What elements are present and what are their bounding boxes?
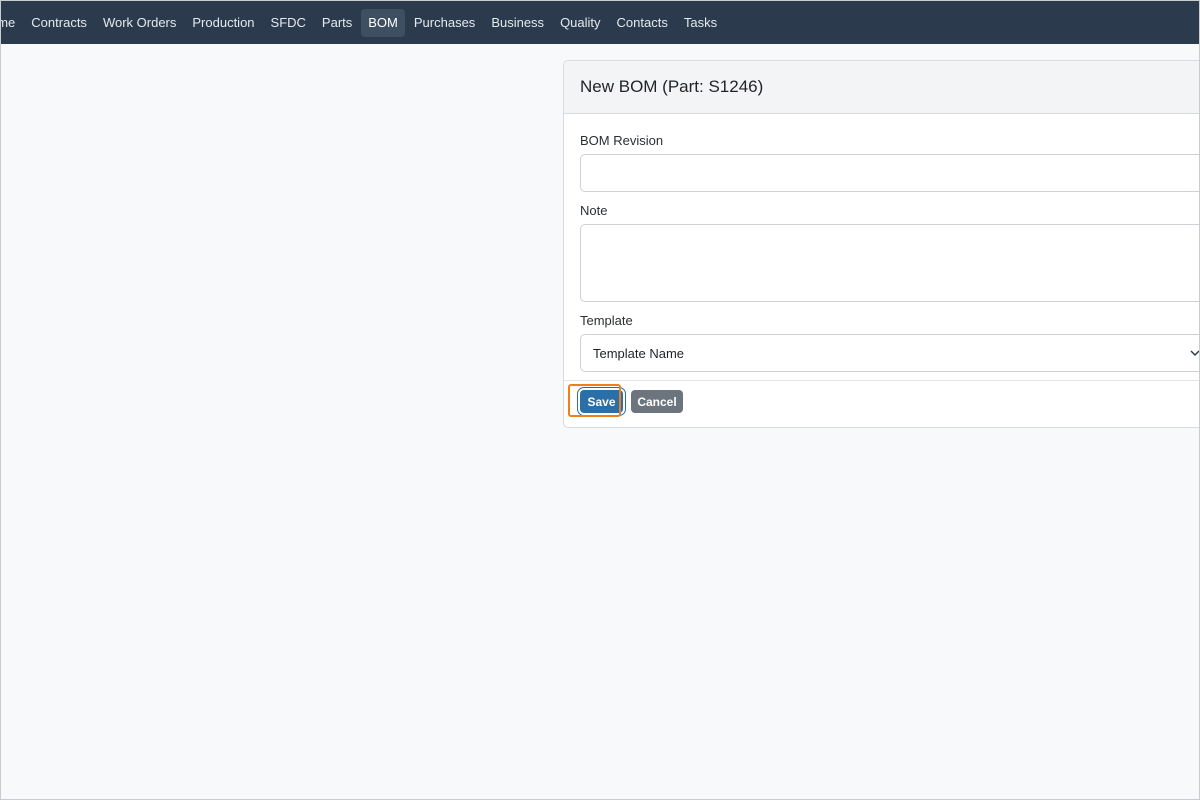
app-window: ome Contracts Work Orders Production SFD… [0, 0, 1200, 800]
nav-item-tasks[interactable]: Tasks [677, 9, 724, 37]
nav-item-quality[interactable]: Quality [553, 9, 607, 37]
bom-revision-input[interactable] [580, 154, 1199, 192]
template-select[interactable]: Template Name [580, 334, 1199, 372]
save-button[interactable]: Save [580, 390, 623, 413]
nav-item-contracts[interactable]: Contracts [24, 9, 94, 37]
nav-item-purchases[interactable]: Purchases [407, 9, 482, 37]
card-header: New BOM (Part: S1246) [564, 61, 1199, 114]
form-footer-divider [564, 380, 1199, 381]
nav-item-business[interactable]: Business [484, 9, 551, 37]
new-bom-form-card: New BOM (Part: S1246) BOM Revision Note … [563, 60, 1199, 428]
nav-item-production[interactable]: Production [185, 9, 261, 37]
chevron-down-icon [1190, 350, 1199, 357]
top-navbar: ome Contracts Work Orders Production SFD… [1, 1, 1199, 44]
nav-item-contacts[interactable]: Contacts [610, 9, 675, 37]
nav-item-parts[interactable]: Parts [315, 9, 359, 37]
nav-item-sfdc[interactable]: SFDC [264, 9, 313, 37]
template-selected-value: Template Name [593, 345, 685, 361]
template-label: Template [580, 313, 633, 328]
cancel-button[interactable]: Cancel [631, 390, 683, 413]
note-textarea[interactable] [580, 224, 1199, 302]
bom-revision-label: BOM Revision [580, 133, 664, 148]
form-title: New BOM (Part: S1246) [580, 77, 764, 96]
note-label: Note [580, 203, 608, 218]
nav-item-home[interactable]: ome [1, 9, 22, 37]
nav-item-work-orders[interactable]: Work Orders [96, 9, 183, 37]
nav-item-bom[interactable]: BOM [361, 8, 405, 37]
